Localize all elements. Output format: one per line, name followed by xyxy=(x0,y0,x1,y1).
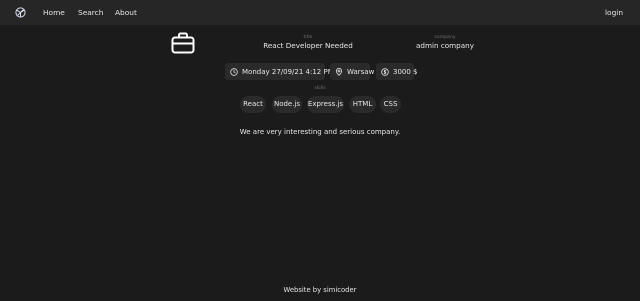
date-chip: Monday 27/09/21 4:12 PM xyxy=(225,63,334,80)
nav-search-link[interactable]: Search xyxy=(78,0,103,25)
footer-credit: Website by simicoder xyxy=(283,286,357,294)
nav-home-link[interactable]: Home xyxy=(43,0,65,25)
skill-tag: Express.js xyxy=(307,96,344,113)
skills-caption: skills xyxy=(314,86,326,91)
skill-tag: HTML xyxy=(349,96,376,113)
dollar-icon xyxy=(381,67,389,76)
map-pin-icon xyxy=(335,67,343,76)
company-field: company admin company xyxy=(405,35,485,51)
job-salary: 3000 $ xyxy=(393,67,418,76)
login-link[interactable]: login xyxy=(605,0,623,25)
skill-tag: Node.js xyxy=(272,96,302,113)
job-location: Warsaw xyxy=(347,67,375,76)
skill-tag: CSS xyxy=(380,96,401,113)
salary-chip: 3000 $ xyxy=(376,63,418,80)
job-description: We are very interesting and serious comp… xyxy=(239,128,401,136)
navbar: Home Search About login xyxy=(0,0,640,25)
skill-tag: React xyxy=(240,96,266,113)
job-title: React Developer Needed xyxy=(263,41,353,50)
company-name: admin company xyxy=(416,41,474,50)
location-chip: Warsaw xyxy=(330,63,374,80)
nav-about-link[interactable]: About xyxy=(115,0,137,25)
job-title-field: title React Developer Needed xyxy=(258,35,358,51)
briefcase-icon xyxy=(171,32,195,54)
logo-icon[interactable] xyxy=(14,6,27,19)
clock-icon xyxy=(230,67,238,76)
job-date: Monday 27/09/21 4:12 PM xyxy=(242,67,334,76)
